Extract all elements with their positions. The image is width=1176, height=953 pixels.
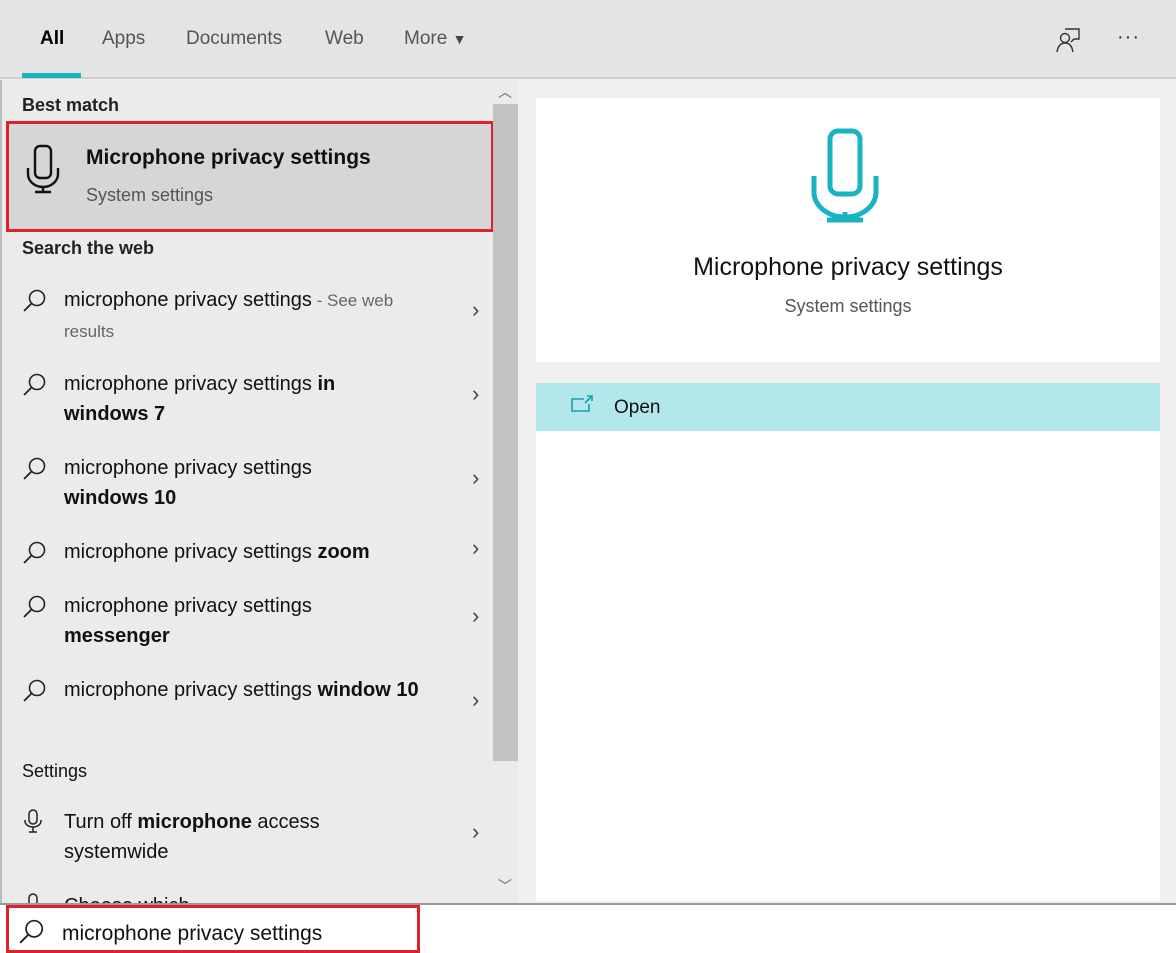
result-bold-text: messenger — [64, 625, 170, 647]
search-icon — [23, 373, 46, 396]
microphone-icon — [28, 893, 38, 903]
tab-web[interactable]: Web — [325, 28, 364, 50]
settings-result[interactable]: Choose which — [2, 886, 493, 903]
scroll-up-icon[interactable]: ︿ — [498, 82, 512, 102]
result-text: microphone privacy settings — [64, 457, 312, 479]
search-icon — [23, 541, 46, 564]
result-text: Turn off — [64, 811, 138, 833]
open-label: Open — [614, 397, 661, 418]
preview-title: Microphone privacy settings — [693, 253, 1003, 281]
open-external-icon — [571, 395, 593, 412]
web-result[interactable]: microphone privacy settings window 10 › — [2, 670, 493, 746]
result-bold-text: microphone — [137, 811, 252, 833]
result-text: microphone privacy settings — [64, 595, 312, 617]
chevron-right-icon[interactable]: › — [472, 465, 479, 491]
more-options-icon[interactable]: ··· — [1117, 26, 1140, 49]
chevron-right-icon[interactable]: › — [472, 603, 479, 629]
result-text: microphone privacy settings — [64, 289, 312, 311]
settings-result[interactable]: Turn off microphone access systemwide › — [2, 802, 493, 878]
best-match-subtitle: System settings — [86, 185, 214, 205]
chevron-right-icon[interactable]: › — [472, 297, 479, 323]
best-match-item[interactable]: Microphone privacy settings System setti… — [6, 121, 493, 232]
best-match-header: Best match — [22, 95, 120, 115]
results-list: Best match Search the web microphone pri… — [0, 80, 493, 903]
result-text: microphone privacy settings — [64, 679, 318, 701]
preview-actions-area — [536, 431, 1160, 901]
result-bold-text: zoom — [317, 541, 370, 563]
web-result[interactable]: microphone privacy settings - See web re… — [2, 280, 493, 356]
scrollbar-thumb[interactable] — [493, 104, 518, 761]
filter-tab-bar: All Apps Documents Web More ▼ ··· — [0, 0, 1176, 79]
search-web-header: Search the web — [22, 238, 155, 258]
web-result[interactable]: microphone privacy settings windows 10 › — [2, 448, 493, 524]
result-text: Choose which — [64, 891, 464, 903]
tab-more-label: More — [404, 28, 448, 49]
search-highlight-box — [6, 905, 420, 953]
tab-all[interactable]: All — [40, 28, 64, 50]
result-text: microphone privacy settings — [64, 373, 318, 395]
tab-apps[interactable]: Apps — [102, 28, 145, 50]
preview-subtitle: System settings — [784, 296, 912, 316]
microphone-icon — [24, 809, 42, 833]
feedback-person-icon[interactable] — [1054, 26, 1082, 54]
active-tab-indicator — [22, 73, 81, 78]
search-icon — [23, 457, 46, 480]
best-match-title: Microphone privacy settings — [86, 146, 371, 169]
result-bold-text: window 10 — [317, 679, 419, 701]
search-icon — [23, 679, 46, 702]
result-bold-text: windows 10 — [64, 487, 177, 509]
scroll-down-icon[interactable]: ﹀ — [498, 876, 512, 896]
tab-documents[interactable]: Documents — [186, 28, 282, 50]
result-text: microphone privacy settings — [64, 541, 318, 563]
chevron-right-icon[interactable]: › — [472, 819, 479, 845]
settings-header: Settings — [22, 761, 88, 781]
open-button[interactable]: Open — [536, 383, 1160, 431]
chevron-right-icon[interactable]: › — [472, 687, 479, 713]
web-result[interactable]: microphone privacy settings messenger › — [2, 586, 493, 662]
search-icon — [23, 289, 46, 312]
preview-card: Microphone privacy settings System setti… — [536, 98, 1160, 362]
chevron-right-icon[interactable]: › — [472, 535, 479, 561]
microphone-icon — [811, 128, 879, 223]
search-icon — [23, 595, 46, 618]
caret-down-icon: ▼ — [452, 31, 467, 47]
web-result[interactable]: microphone privacy settings in windows 7… — [2, 364, 493, 440]
microphone-icon — [26, 144, 60, 194]
tab-more[interactable]: More ▼ — [404, 28, 466, 50]
web-result[interactable]: microphone privacy settings zoom › — [2, 532, 493, 580]
chevron-right-icon[interactable]: › — [472, 381, 479, 407]
